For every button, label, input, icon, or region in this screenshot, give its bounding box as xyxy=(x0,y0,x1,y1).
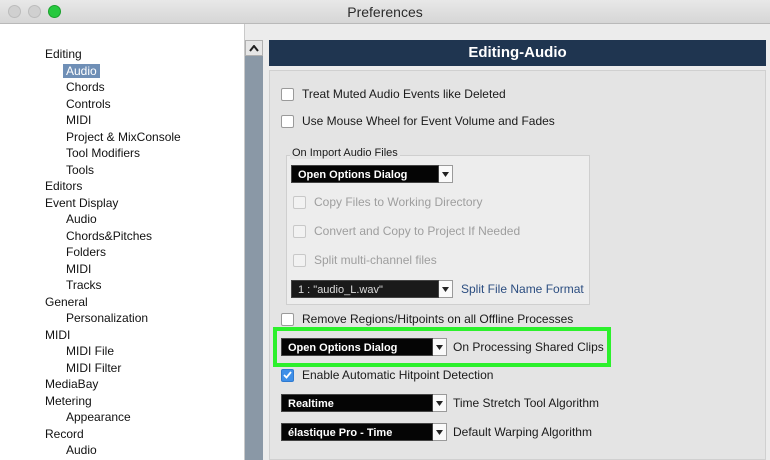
window-title: Preferences xyxy=(347,4,423,20)
sidebar-item-tracks[interactable]: Tracks xyxy=(66,277,102,293)
sidebar-item-mediabay[interactable]: MediaBay xyxy=(45,376,98,392)
sidebar-item-general[interactable]: General xyxy=(45,294,88,310)
import-audio-group-title: On Import Audio Files xyxy=(290,147,400,159)
sidebar-item-record[interactable]: Record xyxy=(45,426,84,442)
time-stretch-select[interactable]: Realtime xyxy=(281,394,447,412)
sidebar-item-appearance[interactable]: Appearance xyxy=(66,409,131,425)
sidebar-item-editing[interactable]: Editing xyxy=(45,46,82,62)
dropdown-arrow-icon xyxy=(433,394,447,412)
mouse-wheel-checkbox[interactable] xyxy=(281,114,294,128)
mouse-wheel-option[interactable]: Use Mouse Wheel for Event Volume and Fad… xyxy=(281,112,555,130)
scroll-up-button[interactable] xyxy=(245,40,263,56)
sidebar-item-editors[interactable]: Editors xyxy=(45,178,82,194)
remove-regions-checkbox[interactable] xyxy=(281,312,294,326)
dropdown-arrow-icon xyxy=(439,165,453,183)
sidebar-item-midi-filter[interactable]: MIDI Filter xyxy=(66,360,121,376)
copy-files-checkbox[interactable] xyxy=(293,195,306,209)
checkmark-icon xyxy=(283,371,292,379)
sidebar-item-event-display-audio[interactable]: Audio xyxy=(66,211,97,227)
sidebar-scrollbar[interactable] xyxy=(245,40,263,460)
shared-clips-select[interactable]: Open Options Dialog xyxy=(281,338,447,356)
preferences-sidebar: Editing Audio Chords Controls MIDI Proje… xyxy=(0,24,245,460)
sidebar-item-midi-file[interactable]: MIDI File xyxy=(66,343,114,359)
convert-copy-checkbox[interactable] xyxy=(293,224,306,238)
hitpoint-detection-checkbox[interactable] xyxy=(281,368,294,382)
page-title: Editing-Audio xyxy=(269,40,766,66)
sidebar-item-tool-modifiers[interactable]: Tool Modifiers xyxy=(66,145,140,161)
sidebar-item-editing-audio[interactable]: Audio xyxy=(63,63,100,79)
sidebar-item-folders[interactable]: Folders xyxy=(66,244,106,260)
title-bar: Preferences xyxy=(0,0,770,24)
time-stretch-label: Time Stretch Tool Algorithm xyxy=(453,396,600,410)
sidebar-item-project-mixconsole[interactable]: Project & MixConsole xyxy=(66,129,181,145)
treat-muted-option[interactable]: Treat Muted Audio Events like Deleted xyxy=(281,85,506,103)
hitpoint-detection-option[interactable]: Enable Automatic Hitpoint Detection xyxy=(281,366,493,384)
treat-muted-checkbox[interactable] xyxy=(281,87,294,101)
sidebar-item-event-display-midi[interactable]: MIDI xyxy=(66,261,91,277)
sidebar-item-record-audio[interactable]: Audio xyxy=(66,442,97,458)
sidebar-item-event-display[interactable]: Event Display xyxy=(45,195,118,211)
split-file-name-format-link[interactable]: Split File Name Format xyxy=(461,280,584,298)
dropdown-arrow-icon xyxy=(433,338,447,356)
sidebar-item-chords-pitches[interactable]: Chords&Pitches xyxy=(66,228,152,244)
sidebar-item-editing-midi[interactable]: MIDI xyxy=(66,112,91,128)
warping-label: Default Warping Algorithm xyxy=(453,425,592,439)
sidebar-item-controls[interactable]: Controls xyxy=(66,96,111,112)
split-channels-checkbox[interactable] xyxy=(293,253,306,267)
import-options-select[interactable]: Open Options Dialog xyxy=(291,165,453,183)
remove-regions-option[interactable]: Remove Regions/Hitpoints on all Offline … xyxy=(281,310,573,328)
split-format-select[interactable]: 1 : "audio_L.wav" xyxy=(291,280,453,298)
warping-select[interactable]: élastique Pro - Time xyxy=(281,423,447,441)
sidebar-item-metering[interactable]: Metering xyxy=(45,393,92,409)
sidebar-item-tools[interactable]: Tools xyxy=(66,162,94,178)
dropdown-arrow-icon xyxy=(439,280,453,298)
sidebar-item-personalization[interactable]: Personalization xyxy=(66,310,148,326)
copy-files-option[interactable]: Copy Files to Working Directory xyxy=(293,193,483,211)
chevron-up-icon xyxy=(249,44,259,52)
sidebar-item-midi[interactable]: MIDI xyxy=(45,327,70,343)
split-channels-option[interactable]: Split multi-channel files xyxy=(293,251,437,269)
dropdown-arrow-icon xyxy=(433,423,447,441)
shared-clips-label: On Processing Shared Clips xyxy=(453,340,604,354)
convert-copy-option[interactable]: Convert and Copy to Project If Needed xyxy=(293,222,520,240)
sidebar-item-chords[interactable]: Chords xyxy=(66,79,105,95)
